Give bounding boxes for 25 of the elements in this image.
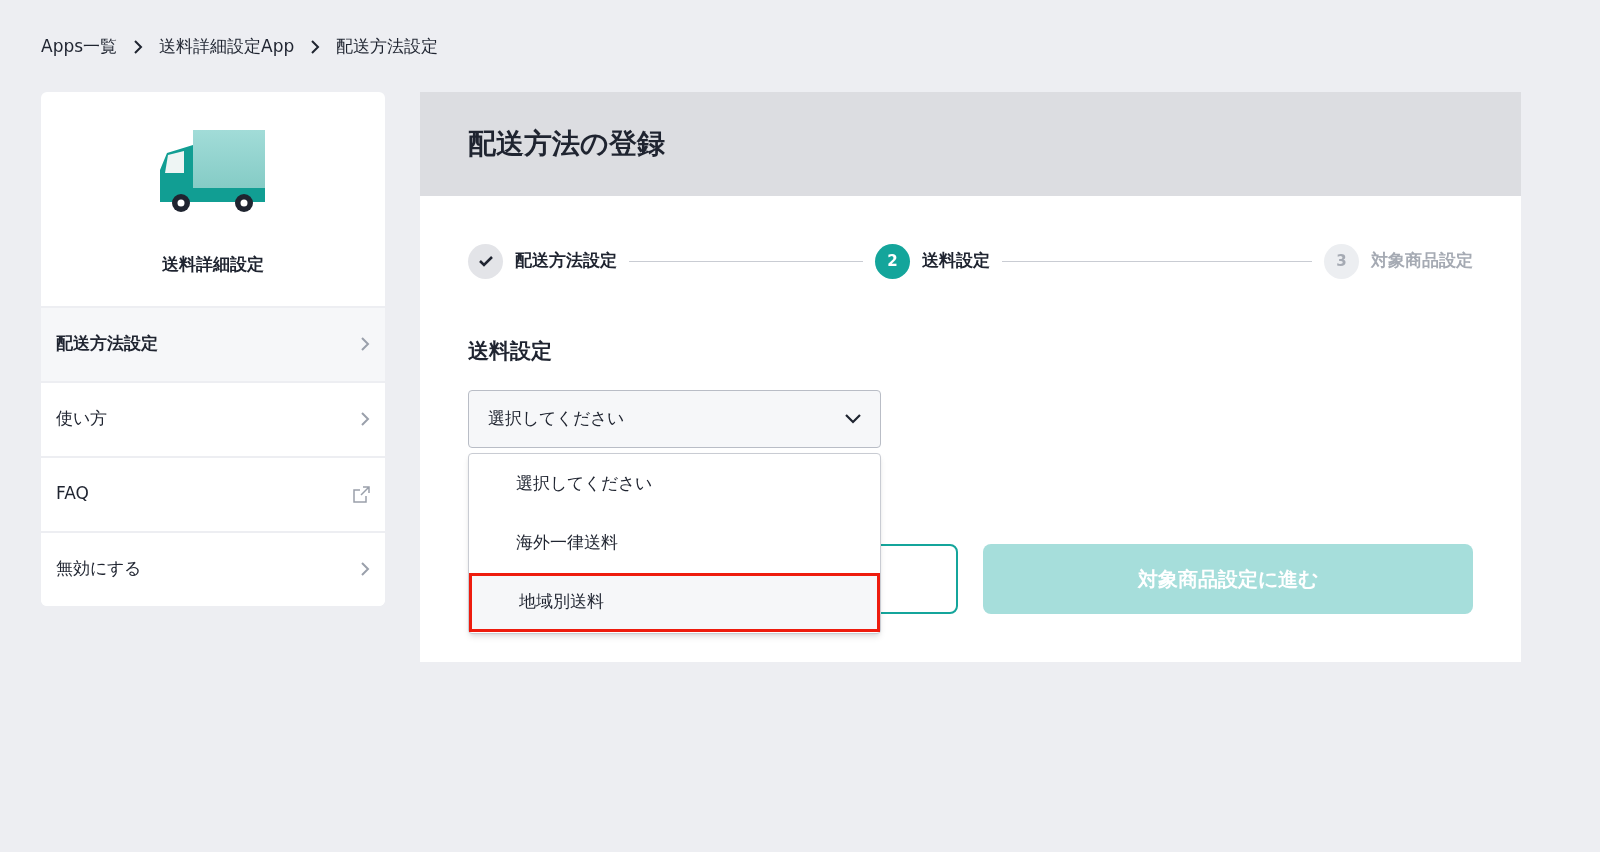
breadcrumb-link[interactable]: 送料詳細設定App [159,34,295,60]
breadcrumb-link[interactable]: 配送方法設定 [336,34,439,60]
step-label: 送料設定 [922,249,990,273]
sidebar-item[interactable]: 無効にする [41,530,385,606]
chevron-right-icon [133,39,144,55]
sidebar-item[interactable]: 配送方法設定 [41,305,385,381]
chevron-right-icon [310,39,321,55]
select-field[interactable]: 選択してください [468,389,881,448]
dropdown-option[interactable]: 選択してください [469,454,880,514]
dropdown-option[interactable]: 地域別送料 [469,572,880,632]
step-label: 配送方法設定 [515,249,617,273]
chevron-down-icon [845,413,861,424]
step-number: 2 [875,243,910,279]
breadcrumb-link[interactable]: Apps一覧 [41,34,118,60]
page-title: 配送方法の登録 [468,126,665,162]
chevron-right-icon [360,336,370,352]
step-number: 3 [1324,243,1359,279]
step-label: 対象商品設定 [1371,249,1473,273]
app-title: 送料詳細設定 [162,253,264,276]
truck-icon [160,130,266,214]
chevron-right-icon [360,411,370,427]
section-title: 送料設定 [468,338,553,365]
chevron-right-icon [360,561,370,577]
external-link-icon [353,485,370,503]
dropdown-option[interactable]: 海外一律送料 [469,513,880,573]
